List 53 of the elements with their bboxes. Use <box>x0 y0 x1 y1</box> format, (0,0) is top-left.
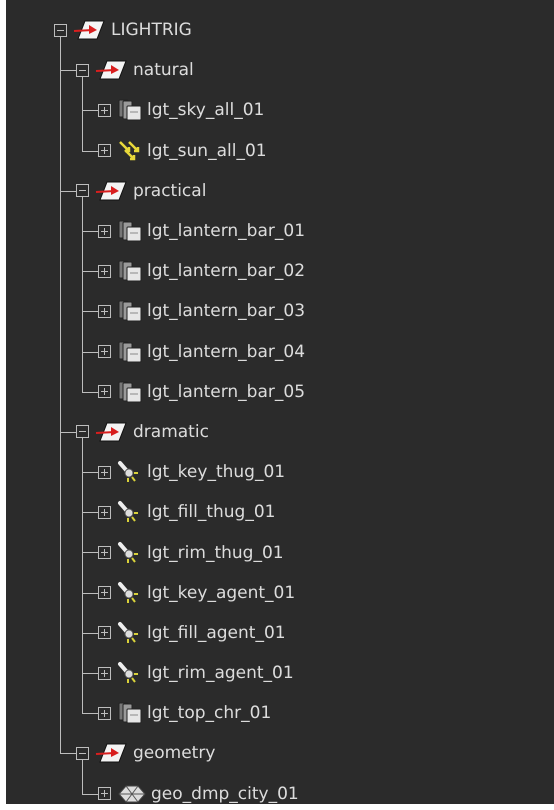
expand-toggle[interactable] <box>98 506 111 519</box>
group-icon <box>95 180 129 202</box>
expand-toggle[interactable] <box>98 706 111 720</box>
stacked-cards-icon <box>117 98 143 122</box>
tree-item-label[interactable]: natural <box>133 60 194 80</box>
tree-item-label[interactable]: lgt_rim_agent_01 <box>147 663 294 684</box>
tree-item-label[interactable]: lgt_lantern_bar_02 <box>147 261 306 282</box>
tree-item-label[interactable]: lgt_lantern_bar_05 <box>147 382 306 402</box>
expand-toggle[interactable] <box>98 104 111 117</box>
tree-item-label[interactable]: geometry <box>133 743 216 764</box>
expand-toggle[interactable] <box>98 666 111 680</box>
expand-toggle[interactable] <box>76 184 89 198</box>
tree-item-label[interactable]: lgt_lantern_bar_01 <box>147 221 306 242</box>
expand-toggle[interactable] <box>98 224 111 238</box>
tree-item-label[interactable]: LIGHTRIG <box>111 20 192 40</box>
tree-item-label[interactable]: lgt_fill_thug_01 <box>147 502 276 522</box>
tree-item-label[interactable]: lgt_key_agent_01 <box>147 582 296 603</box>
tree-item-label[interactable]: lgt_fill_agent_01 <box>147 622 286 643</box>
expand-toggle[interactable] <box>98 626 111 640</box>
expand-toggle[interactable] <box>98 546 111 560</box>
expand-toggle[interactable] <box>76 425 89 438</box>
stacked-cards-icon <box>117 299 143 324</box>
expand-toggle[interactable] <box>98 345 111 358</box>
stacked-cards-icon <box>117 259 143 284</box>
group-icon <box>95 742 129 764</box>
expand-toggle[interactable] <box>98 586 111 600</box>
stacked-cards-icon <box>117 340 143 364</box>
group-icon <box>73 19 107 42</box>
expand-toggle[interactable] <box>98 264 111 278</box>
expand-toggle[interactable] <box>98 466 111 479</box>
expand-toggle[interactable] <box>98 304 111 318</box>
group-icon <box>95 420 129 443</box>
expand-toggle[interactable] <box>54 24 67 37</box>
stacked-cards-icon <box>117 219 143 244</box>
mesh-icon <box>117 782 147 804</box>
tree-item-label[interactable]: lgt_rim_thug_01 <box>147 542 284 563</box>
tree-item-label[interactable]: lgt_key_thug_01 <box>147 462 286 482</box>
expand-toggle[interactable] <box>76 746 89 760</box>
expand-toggle[interactable] <box>98 385 111 398</box>
tree-item-label[interactable]: dramatic <box>133 422 209 442</box>
tree-item-label[interactable]: lgt_sun_all_01 <box>147 140 267 161</box>
expand-toggle[interactable] <box>98 144 111 158</box>
tree-item-label[interactable]: geo_dmp_city_01 <box>151 784 299 804</box>
tree-item-label[interactable]: practical <box>133 180 206 201</box>
tree-item-label[interactable]: lgt_sky_all_01 <box>147 100 264 120</box>
expand-toggle[interactable] <box>98 787 111 800</box>
tree-item-label[interactable]: lgt_lantern_bar_04 <box>147 342 306 362</box>
tree-item-label[interactable]: lgt_lantern_bar_03 <box>147 301 306 322</box>
stacked-cards-icon <box>117 701 143 726</box>
group-icon <box>95 59 129 82</box>
expand-toggle[interactable] <box>76 64 89 77</box>
tree-item-label[interactable]: lgt_top_chr_01 <box>147 703 272 724</box>
stacked-cards-icon <box>117 380 143 404</box>
